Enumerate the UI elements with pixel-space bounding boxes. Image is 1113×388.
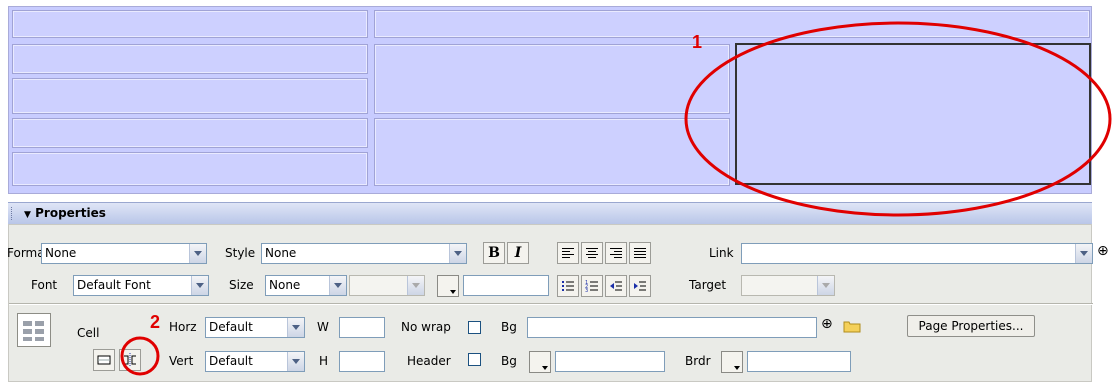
bold-button[interactable]: B: [483, 242, 505, 264]
horz-value: Default: [209, 320, 253, 334]
link-label: Link: [709, 246, 734, 260]
properties-title: Properties: [35, 206, 106, 220]
indent-icon: [634, 281, 646, 291]
vert-select[interactable]: Default: [205, 351, 305, 372]
panel-divider: [9, 303, 1093, 305]
italic-button[interactable]: I: [507, 242, 529, 264]
nowrap-checkbox[interactable]: [468, 321, 481, 334]
chevron-down-icon[interactable]: [329, 276, 346, 295]
nowrap-label: No wrap: [401, 320, 451, 334]
horz-label: Horz: [169, 320, 197, 334]
cell-label: Cell: [77, 326, 100, 340]
split-cell-button[interactable]: [119, 349, 141, 371]
format-select[interactable]: None: [41, 243, 207, 264]
bg-color-input[interactable]: [555, 351, 665, 372]
chevron-down-icon[interactable]: [189, 244, 206, 263]
width-input[interactable]: [339, 317, 385, 338]
annotation-number-2: 2: [150, 312, 161, 332]
outdent-icon: [610, 281, 622, 291]
indent-button[interactable]: [629, 275, 651, 297]
align-right-icon: [610, 248, 622, 258]
folder-icon[interactable]: [843, 320, 861, 333]
chevron-down-icon[interactable]: [407, 276, 424, 295]
svg-text:3: 3: [585, 288, 588, 292]
unordered-list-icon: [562, 281, 574, 291]
chevron-down-icon[interactable]: [449, 244, 466, 263]
target-select[interactable]: [741, 275, 835, 296]
horz-select[interactable]: Default: [205, 317, 305, 338]
merge-cells-button[interactable]: [93, 349, 115, 371]
size-select[interactable]: None: [265, 275, 347, 296]
table-cell-icon: [17, 313, 51, 347]
merge-cells-icon: [97, 355, 111, 365]
point-to-file-icon[interactable]: ⊕: [821, 316, 833, 332]
align-justify-icon: [634, 248, 646, 258]
table-cell-left-2[interactable]: [12, 44, 368, 74]
align-left-icon: [562, 248, 574, 258]
width-label: W: [317, 320, 329, 334]
table-cell-left-4[interactable]: [12, 118, 368, 148]
bg-color-swatch[interactable]: [529, 351, 551, 373]
table-cell-left-1[interactable]: [12, 10, 368, 38]
header-label: Header: [407, 354, 451, 368]
align-center-icon: [586, 248, 598, 258]
document-table: [8, 6, 1092, 194]
chevron-down-icon[interactable]: [287, 318, 304, 337]
table-cell-selected[interactable]: [735, 43, 1091, 185]
size-unit-select[interactable]: [349, 275, 425, 296]
style-value: None: [265, 246, 297, 260]
align-justify-button[interactable]: [629, 242, 651, 264]
bg-image-input[interactable]: [527, 317, 817, 338]
format-value: None: [45, 246, 77, 260]
height-label: H: [319, 354, 329, 368]
vert-label: Vert: [169, 354, 194, 368]
align-right-button[interactable]: [605, 242, 627, 264]
ordered-list-button[interactable]: 123: [581, 275, 603, 297]
panel-grip-icon[interactable]: [11, 207, 13, 220]
ordered-list-icon: 123: [585, 280, 598, 292]
align-left-button[interactable]: [557, 242, 579, 264]
size-label: Size: [229, 278, 254, 292]
annotation-number-1: 1: [692, 32, 703, 52]
link-combo[interactable]: [741, 243, 1093, 264]
height-input[interactable]: [339, 351, 385, 372]
align-center-button[interactable]: [581, 242, 603, 264]
chevron-down-icon[interactable]: [1075, 244, 1092, 263]
font-select[interactable]: Default Font: [73, 275, 209, 296]
table-cell-middle-1[interactable]: [374, 44, 730, 114]
style-label: Style: [225, 246, 256, 260]
target-label: Target: [689, 278, 727, 292]
point-to-file-icon[interactable]: ⊕: [1097, 243, 1109, 259]
properties-panel-header[interactable]: ▼ Properties: [8, 202, 1092, 224]
border-color-swatch[interactable]: [721, 351, 743, 373]
bg-color-label: Bg: [501, 354, 517, 368]
page-properties-button[interactable]: Page Properties...: [907, 315, 1035, 337]
header-checkbox[interactable]: [468, 353, 481, 366]
table-cell-top-right[interactable]: [374, 10, 1090, 38]
font-label: Font: [31, 278, 58, 292]
split-cell-icon: [124, 353, 136, 367]
properties-panel: Format None Style None B I Link ⊕ Font D…: [7, 224, 1109, 382]
table-cell-left-3[interactable]: [12, 78, 368, 114]
chevron-down-icon[interactable]: [817, 276, 834, 295]
chevron-down-icon[interactable]: [191, 276, 208, 295]
font-value: Default Font: [77, 278, 151, 292]
table-cell-middle-2[interactable]: [374, 118, 730, 186]
table-cell-left-5[interactable]: [12, 152, 368, 186]
expand-triangle-icon[interactable]: ▼: [24, 210, 31, 220]
unordered-list-button[interactable]: [557, 275, 579, 297]
outdent-button[interactable]: [605, 275, 627, 297]
border-color-label: Brdr: [685, 354, 711, 368]
style-select[interactable]: None: [261, 243, 467, 264]
chevron-down-icon[interactable]: [287, 352, 304, 371]
size-value: None: [269, 278, 301, 292]
vert-value: Default: [209, 354, 253, 368]
bg-image-label: Bg: [501, 320, 517, 334]
border-color-input[interactable]: [747, 351, 851, 372]
text-color-swatch[interactable]: [437, 275, 459, 297]
text-color-input[interactable]: [463, 275, 549, 296]
